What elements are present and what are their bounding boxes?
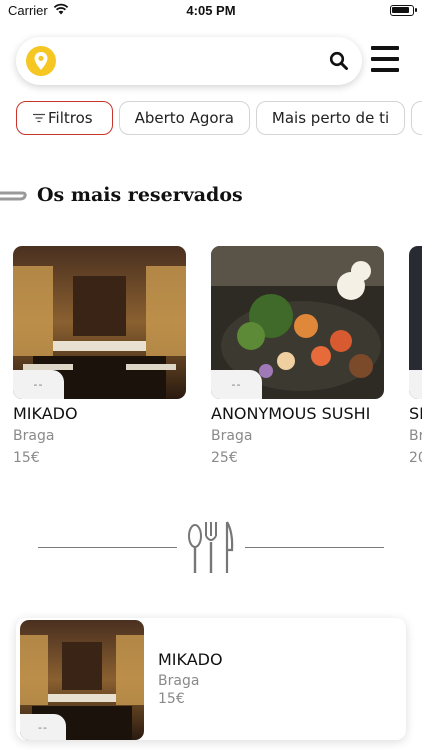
restaurant-name: ANONYMOUS SUSHI <box>211 404 371 423</box>
search-bar[interactable] <box>16 37 362 85</box>
restaurant-price: 15€ <box>158 691 185 707</box>
restaurant-photo: -- <box>20 620 144 740</box>
restaurant-price: 25€ <box>211 450 238 466</box>
section-title: Os mais reservados <box>37 184 243 206</box>
menu-bar <box>371 46 399 50</box>
restaurant-city: Braga <box>158 673 200 689</box>
restaurant-name: MIKADO <box>13 404 78 423</box>
restaurant-city: Br <box>409 428 422 444</box>
restaurant-price: 15€ <box>13 450 40 466</box>
restaurant-card[interactable]: -- ANONYMOUS SUSHI Braga 25€ <box>211 246 384 466</box>
featured-carousel[interactable]: -- MIKADO Braga 15€ -- ANONYMOUS SUSHI B… <box>13 246 422 466</box>
filter-icon <box>33 113 45 123</box>
restaurant-photo: -- <box>211 246 384 399</box>
chip-open-now[interactable]: Aberto Agora <box>118 101 250 135</box>
restaurant-list-item[interactable]: -- MIKADO Braga 15€ <box>16 618 406 740</box>
tray-icon <box>0 186 27 205</box>
restaurant-city: Braga <box>211 428 253 444</box>
location-pin-icon[interactable] <box>26 46 56 76</box>
filters-button[interactable]: Filtros <box>16 101 113 135</box>
chip-partial[interactable] <box>411 101 422 135</box>
restaurant-name: SH <box>409 404 422 423</box>
restaurant-card[interactable]: -- MIKADO Braga 15€ <box>13 246 186 466</box>
app-screen: Carrier 4:05 PM Filtros Aberto Agora Mai… <box>0 0 422 750</box>
section-header: Os mais reservados <box>0 180 243 210</box>
restaurant-photo: -- <box>13 246 186 399</box>
cutlery-divider <box>38 520 384 576</box>
divider-line <box>38 547 177 548</box>
restaurant-info: MIKADO Braga 15€ <box>158 650 223 707</box>
chip-nearest[interactable]: Mais perto de ti <box>255 101 406 135</box>
restaurant-name: MIKADO <box>158 650 223 669</box>
restaurant-card[interactable]: -- SH Br 20 <box>409 246 422 466</box>
search-icon[interactable] <box>328 50 350 72</box>
cutlery-icon <box>188 521 234 573</box>
status-time: 4:05 PM <box>186 3 236 18</box>
menu-bar <box>371 57 399 61</box>
menu-bar <box>371 68 399 72</box>
divider-line <box>245 547 384 548</box>
rating-badge: -- <box>20 714 66 740</box>
filters-label: Filtros <box>48 109 93 127</box>
menu-icon[interactable] <box>371 46 399 72</box>
restaurant-price: 20 <box>409 450 422 466</box>
status-bar: Carrier 4:05 PM <box>0 0 422 22</box>
restaurant-city: Braga <box>13 428 55 444</box>
rating-badge: -- <box>211 370 262 399</box>
restaurant-photo: -- <box>409 246 422 399</box>
rating-badge: -- <box>13 370 64 399</box>
rating-badge: -- <box>409 370 422 399</box>
battery-icon <box>390 5 417 16</box>
filter-chips: Filtros Aberto Agora Mais perto de ti <box>16 101 422 135</box>
search-input[interactable] <box>66 47 326 75</box>
